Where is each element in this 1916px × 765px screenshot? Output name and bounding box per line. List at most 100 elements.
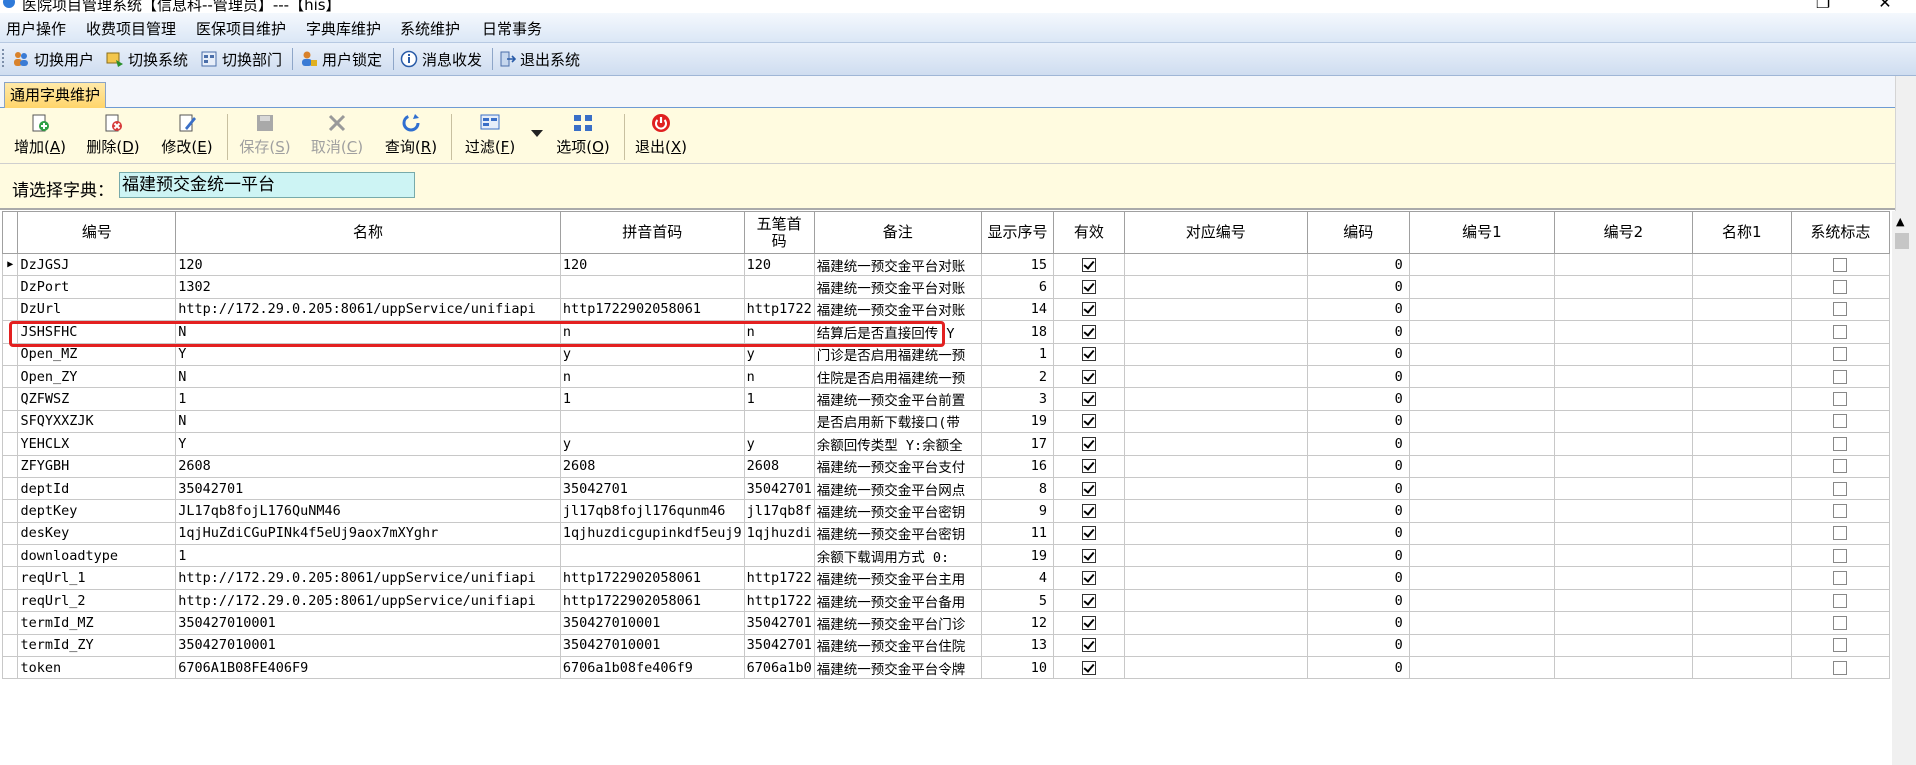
cell-name[interactable]: 350427010001	[175, 611, 561, 635]
cell-code[interactable]: deptId	[17, 476, 177, 501]
cell-c1[interactable]	[1408, 611, 1556, 635]
valid-checkbox[interactable]	[1081, 392, 1096, 407]
cell-sys[interactable]	[1790, 409, 1890, 434]
cell-c1[interactable]	[1408, 364, 1556, 389]
cell-n1[interactable]	[1691, 544, 1792, 568]
system-flag-checkbox[interactable]	[1833, 324, 1848, 339]
system-flag-checkbox[interactable]	[1833, 660, 1848, 675]
cell-c1[interactable]	[1408, 633, 1556, 658]
cell-n1[interactable]	[1691, 297, 1792, 322]
cell-valid[interactable]	[1053, 387, 1125, 411]
cell-code[interactable]: Open_MZ	[17, 342, 177, 366]
cell-py[interactable]: jl17qb8fojl176qunm46	[559, 499, 745, 523]
cell-n1[interactable]	[1691, 409, 1792, 434]
cell-c2[interactable]	[1554, 454, 1693, 478]
cell-n1[interactable]	[1691, 454, 1792, 478]
menu-user-ops[interactable]: 用户操作	[6, 18, 66, 39]
current-row-indicator-icon[interactable]: ▶	[2, 252, 19, 277]
cell-mapped[interactable]	[1123, 409, 1308, 434]
grid-vertical-scrollbar[interactable]: ▲	[1892, 211, 1912, 765]
menu-insurance-items[interactable]: 医保项目维护	[196, 18, 286, 39]
cell-mapped[interactable]	[1123, 499, 1308, 523]
cell-c2[interactable]	[1554, 364, 1693, 389]
cell-bm[interactable]: 0	[1306, 656, 1410, 680]
scroll-up-icon[interactable]: ▲	[1896, 215, 1904, 228]
cell-sys[interactable]	[1790, 454, 1890, 478]
valid-checkbox[interactable]	[1081, 660, 1096, 675]
cell-wb[interactable]: n	[743, 320, 815, 344]
column-header[interactable]: 编号	[17, 211, 177, 254]
system-flag-checkbox[interactable]	[1833, 280, 1848, 295]
cell-wb[interactable]: 35042701	[743, 611, 815, 635]
row-indicator[interactable]	[2, 364, 19, 389]
user-lock-button[interactable]: 用户锁定	[300, 49, 382, 69]
cell-bm[interactable]: 0	[1306, 544, 1410, 568]
cell-note[interactable]: 余额回传类型 Y:余额全	[813, 432, 982, 456]
menu-daily[interactable]: 日常事务	[482, 18, 542, 39]
cell-order[interactable]: 4	[980, 566, 1055, 590]
valid-checkbox[interactable]	[1081, 257, 1096, 272]
row-indicator[interactable]	[2, 656, 19, 680]
cell-py[interactable]: 35042701	[559, 476, 745, 501]
valid-checkbox[interactable]	[1081, 302, 1096, 317]
system-flag-checkbox[interactable]	[1833, 593, 1848, 608]
cell-name[interactable]: N	[175, 364, 561, 389]
cell-code[interactable]: DzJGSJ	[17, 252, 177, 277]
cell-name[interactable]: Y	[175, 432, 561, 456]
cell-n1[interactable]	[1691, 566, 1792, 590]
system-flag-checkbox[interactable]	[1833, 257, 1848, 272]
menu-dictionary[interactable]: 字典库维护	[306, 18, 381, 39]
valid-checkbox[interactable]	[1081, 369, 1096, 384]
cell-bm[interactable]: 0	[1306, 364, 1410, 389]
row-indicator[interactable]	[2, 387, 19, 411]
valid-checkbox[interactable]	[1081, 459, 1096, 474]
cell-name[interactable]: http://172.29.0.205:8061/uppService/unif…	[175, 588, 561, 613]
cell-c2[interactable]	[1554, 387, 1693, 411]
cell-name[interactable]: 1	[175, 387, 561, 411]
cell-bm[interactable]: 0	[1306, 252, 1410, 277]
cell-c1[interactable]	[1408, 342, 1556, 366]
cell-note[interactable]: 是否启用新下载接口(带	[813, 409, 982, 434]
cell-c2[interactable]	[1554, 588, 1693, 613]
cell-c1[interactable]	[1408, 454, 1556, 478]
cell-name[interactable]: 1	[175, 544, 561, 568]
cell-code[interactable]: YEHCLX	[17, 432, 177, 456]
cell-py[interactable]: 6706a1b08fe406f9	[559, 656, 745, 680]
column-header[interactable]: 系统标志	[1790, 211, 1890, 254]
cell-py[interactable]: n	[559, 364, 745, 389]
cell-c2[interactable]	[1554, 521, 1693, 546]
filter-button[interactable]: 过滤(F)	[460, 112, 520, 162]
cell-c2[interactable]	[1554, 297, 1693, 322]
cell-bm[interactable]: 0	[1306, 409, 1410, 434]
cell-c2[interactable]	[1554, 544, 1693, 568]
cell-mapped[interactable]	[1123, 342, 1308, 366]
cell-order[interactable]: 9	[980, 499, 1055, 523]
cell-c2[interactable]	[1554, 275, 1693, 299]
row-indicator[interactable]	[2, 544, 19, 568]
cell-sys[interactable]	[1790, 252, 1890, 277]
cell-c1[interactable]	[1408, 521, 1556, 546]
valid-checkbox[interactable]	[1081, 347, 1096, 362]
cell-note[interactable]: 福建统一预交金平台网点	[813, 476, 982, 501]
table-row[interactable]: DzUrl http://172.29.0.205:8061/uppService…	[2, 297, 1890, 322]
table-row[interactable]: termId_ZY 350427010001 350427010001 3504270…	[2, 633, 1890, 658]
valid-checkbox[interactable]	[1081, 280, 1096, 295]
cell-c1[interactable]	[1408, 409, 1556, 434]
query-button[interactable]: 查询(R)	[382, 112, 440, 162]
save-button[interactable]: 保存(S)	[236, 112, 294, 162]
table-row[interactable]: QZFWSZ 1 1 1 福建统一预交金平台前置 3 0	[2, 387, 1890, 411]
cell-wb[interactable]: 35042701	[743, 476, 815, 501]
scroll-thumb[interactable]	[1895, 233, 1909, 249]
table-row[interactable]: deptKey JL17qb8fojL176QuNM46 jl17qb8fojl17…	[2, 499, 1890, 523]
exit-system-button[interactable]: 退出系统	[498, 49, 580, 69]
valid-checkbox[interactable]	[1081, 503, 1096, 518]
valid-checkbox[interactable]	[1081, 481, 1096, 496]
cell-sys[interactable]	[1790, 275, 1890, 299]
cell-bm[interactable]: 0	[1306, 387, 1410, 411]
column-header[interactable]: 有效	[1053, 211, 1125, 254]
row-indicator[interactable]	[2, 297, 19, 322]
column-header[interactable]: 备注	[813, 211, 982, 254]
exit-button[interactable]: 退出(X)	[632, 112, 690, 162]
row-indicator[interactable]	[2, 521, 19, 546]
column-header[interactable]: 对应编号	[1123, 211, 1308, 254]
